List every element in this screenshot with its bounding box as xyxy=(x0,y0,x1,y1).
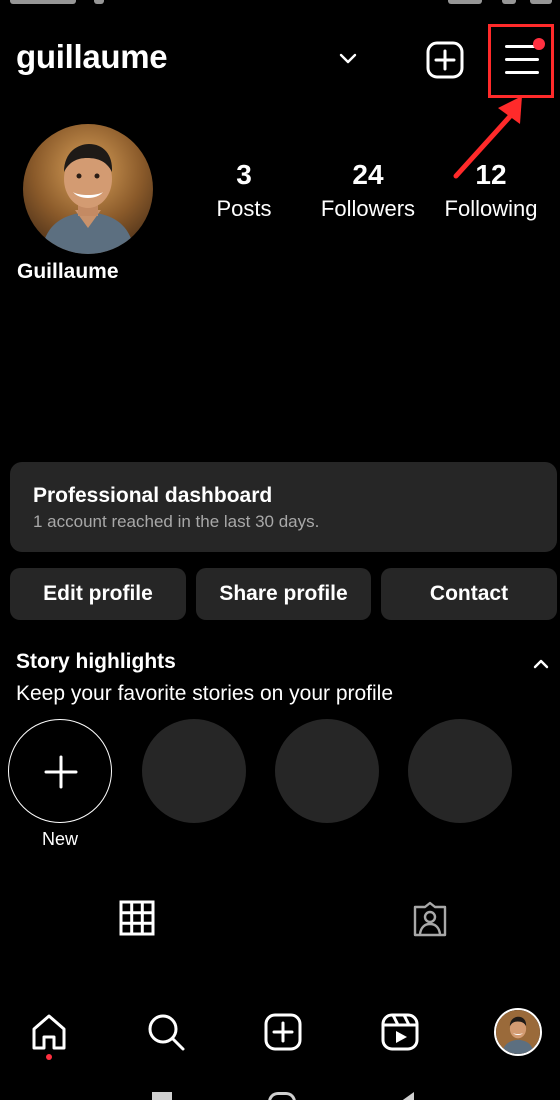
dashboard-subtitle: 1 account reached in the last 30 days. xyxy=(33,512,320,531)
status-bar xyxy=(0,0,560,8)
highlight-placeholder xyxy=(142,719,246,823)
highlights-title: Story highlights xyxy=(16,650,176,673)
system-recents-button[interactable] xyxy=(152,1092,172,1100)
stat-value: 12 xyxy=(475,159,507,190)
stat-following[interactable]: 12 Following xyxy=(436,158,546,226)
share-profile-button[interactable]: Share profile xyxy=(196,568,371,620)
system-back-button[interactable] xyxy=(400,1092,414,1100)
create-post-icon[interactable] xyxy=(425,40,465,80)
dashboard-title: Professional dashboard xyxy=(33,484,273,507)
home-icon[interactable] xyxy=(29,1012,69,1052)
highlight-placeholder xyxy=(408,719,512,823)
professional-dashboard-card[interactable]: Professional dashboard 1 account reached… xyxy=(10,462,557,552)
stat-label: Followers xyxy=(320,196,416,221)
chevron-down-icon[interactable] xyxy=(337,49,359,67)
stat-label: Posts xyxy=(216,196,272,221)
plus-icon xyxy=(44,755,78,789)
reels-icon[interactable] xyxy=(380,1012,420,1052)
profile-nav-avatar[interactable] xyxy=(494,1008,542,1056)
new-highlight-label: New xyxy=(41,829,78,849)
chevron-up-icon[interactable] xyxy=(531,656,551,672)
highlight-placeholder xyxy=(275,719,379,823)
highlights-subtitle: Keep your favorite stories on your profi… xyxy=(16,682,394,705)
stat-value: 24 xyxy=(352,159,384,190)
stat-value: 3 xyxy=(236,159,252,190)
profile-avatar[interactable] xyxy=(23,124,153,254)
stat-followers[interactable]: 24 Followers xyxy=(313,158,423,226)
system-home-button[interactable] xyxy=(268,1092,296,1100)
display-name: Guillaume xyxy=(17,260,119,283)
profile-username[interactable]: guillaume xyxy=(16,38,168,76)
search-icon[interactable] xyxy=(146,1012,186,1052)
edit-profile-button[interactable]: Edit profile xyxy=(10,568,186,620)
new-highlight-button[interactable] xyxy=(8,719,112,823)
home-notification-dot xyxy=(46,1054,52,1060)
stat-posts[interactable]: 3 Posts xyxy=(189,158,299,226)
stat-label: Following xyxy=(444,196,538,221)
tagged-person-icon[interactable] xyxy=(411,900,449,938)
create-icon[interactable] xyxy=(263,1012,303,1052)
contact-button[interactable]: Contact xyxy=(381,568,557,620)
notification-dot xyxy=(533,38,545,50)
grid-icon[interactable] xyxy=(119,900,155,936)
